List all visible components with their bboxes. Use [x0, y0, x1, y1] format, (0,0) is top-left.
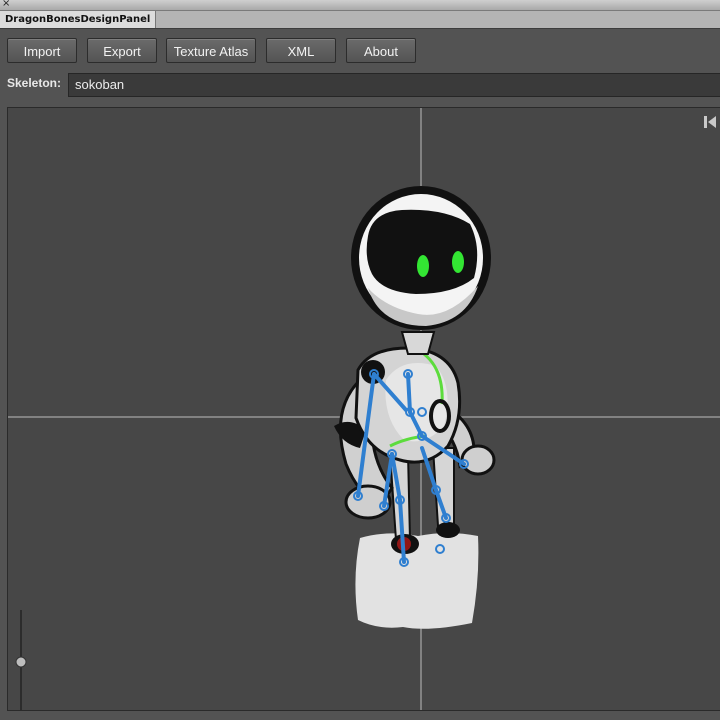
panel-tab[interactable]: DragonBonesDesignPanel: [0, 11, 157, 28]
texture-atlas-button[interactable]: Texture Atlas: [166, 38, 256, 63]
left-eye: [417, 255, 429, 277]
character-sprite[interactable]: [334, 186, 496, 629]
preview-stage[interactable]: [7, 107, 720, 711]
head: [351, 186, 491, 330]
right-foot: [436, 522, 460, 538]
bone[interactable]: [406, 372, 412, 414]
about-button[interactable]: About: [346, 38, 416, 63]
visor: [366, 209, 478, 294]
xml-button[interactable]: XML: [266, 38, 336, 63]
panel-tabstrip: DragonBonesDesignPanel: [0, 11, 720, 29]
stage-canvas: [8, 108, 720, 710]
skip-to-start-icon[interactable]: [702, 114, 718, 130]
zoom-slider-thumb[interactable]: [15, 656, 27, 668]
right-eye: [452, 251, 464, 273]
neck: [400, 331, 436, 355]
skeleton-label: Skeleton:: [7, 76, 62, 90]
import-button[interactable]: Import: [7, 38, 77, 63]
window-titlebar: ×: [0, 0, 720, 11]
export-button[interactable]: Export: [87, 38, 157, 63]
zoom-slider[interactable]: [12, 610, 30, 710]
close-icon[interactable]: ×: [2, 0, 10, 11]
skeleton-select[interactable]: sokoban: [68, 73, 720, 97]
